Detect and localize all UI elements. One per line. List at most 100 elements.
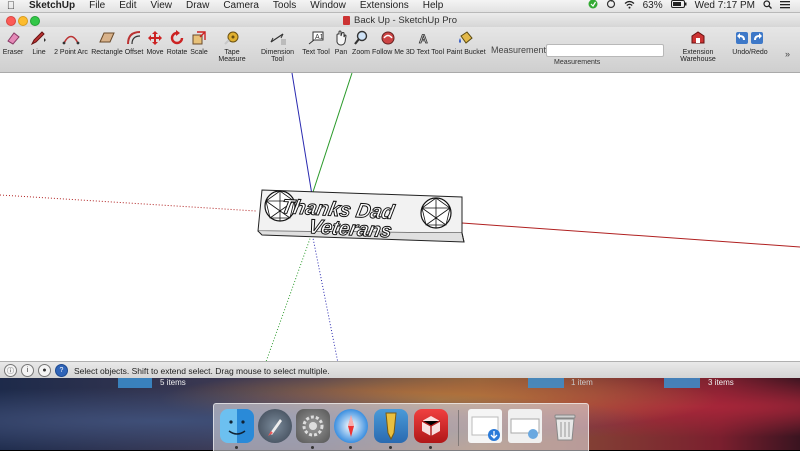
pan-icon [332, 29, 350, 47]
toolbar: Eraser Line 2 Point Arc Rectangle Offset… [0, 27, 800, 73]
undo-redo-group[interactable]: Undo/Redo [732, 29, 768, 56]
trash-icon[interactable] [548, 409, 582, 443]
tool-label: Follow Me [372, 49, 404, 56]
redo-icon [751, 32, 763, 44]
tool-label: Pan [334, 49, 348, 56]
running-indicator [429, 446, 432, 449]
tool-label: Rotate [166, 49, 188, 56]
tool-line[interactable]: Line [28, 29, 50, 56]
tool-label: Line [32, 49, 46, 56]
model-canvas[interactable]: Thanks Dad Veterans [0, 72, 800, 374]
tool-label: Extension Warehouse [680, 49, 716, 63]
messages-icon[interactable] [588, 0, 598, 13]
menu-edit[interactable]: Edit [112, 0, 143, 12]
tool-offset[interactable]: Offset [124, 29, 144, 56]
menu-extensions[interactable]: Extensions [353, 0, 416, 12]
battery-icon[interactable] [670, 0, 687, 12]
tool-rotate[interactable]: Rotate [166, 29, 188, 56]
tool-label: Rectangle [91, 49, 123, 56]
tool-paint-bucket[interactable]: Paint Bucket [446, 29, 486, 56]
geodesic-sphere-right [420, 197, 452, 229]
tool-dimension[interactable]: Dimension Tool [255, 29, 300, 63]
tool-move[interactable]: Move [146, 29, 164, 56]
running-indicator [389, 446, 392, 449]
finder-icon[interactable] [220, 409, 254, 443]
credits-icon[interactable]: i [21, 364, 34, 377]
extension-warehouse-button[interactable]: Extension Warehouse [666, 29, 730, 63]
menubar:  SketchUp File Edit View Draw Camera To… [0, 0, 800, 13]
sketchup-make-icon[interactable] [374, 409, 408, 443]
drawing-area[interactable]: Thanks Dad Veterans [0, 72, 800, 374]
tool-label: Zoom [352, 49, 370, 56]
spotlight-icon[interactable] [763, 0, 772, 13]
running-indicator [235, 446, 238, 449]
help-icon[interactable]: ? [55, 364, 68, 377]
tool-rectangle[interactable]: Rectangle [91, 29, 123, 56]
folder-count-label: 3 items [708, 378, 734, 387]
plaque-model: Thanks Dad Veterans [257, 189, 465, 243]
folder-icon[interactable] [118, 378, 152, 388]
clock[interactable]: Wed 7:17 PM [695, 0, 755, 12]
tool-3d-text[interactable]: A 3D Text Tool [405, 29, 445, 56]
menu-file[interactable]: File [82, 0, 112, 12]
tool-eraser[interactable]: Eraser [2, 29, 24, 56]
tool-label: Dimension Tool [260, 49, 295, 63]
safari-icon[interactable] [334, 409, 368, 443]
geolocation-icon[interactable]: ⓘ [4, 364, 17, 377]
svg-text:A: A [419, 32, 428, 46]
downloads-icon[interactable] [468, 409, 502, 443]
documents-icon[interactable] [508, 409, 542, 443]
scale-icon [190, 29, 208, 47]
rectangle-icon [98, 29, 116, 47]
system-preferences-icon[interactable] [296, 409, 330, 443]
offset-icon [125, 29, 143, 47]
zoom-button[interactable] [30, 16, 40, 26]
menu-draw[interactable]: Draw [179, 0, 216, 12]
tool-tape-measure[interactable]: Tape Measure [210, 29, 254, 63]
follow-me-icon [379, 29, 397, 47]
menu-camera[interactable]: Camera [216, 0, 266, 12]
apple-icon[interactable]:  [0, 0, 22, 12]
tool-label: Undo/Redo [732, 49, 768, 56]
window-title: Back Up - SketchUp Pro [354, 14, 457, 26]
tool-label: Eraser [2, 49, 24, 56]
zoom-icon [352, 29, 370, 47]
sketchup-pro-icon[interactable] [414, 409, 448, 443]
minimize-button[interactable] [18, 16, 28, 26]
blue-axis [291, 72, 313, 196]
dimension-icon [269, 29, 287, 47]
tool-2-point-arc[interactable]: 2 Point Arc [53, 29, 89, 56]
status-bar: ⓘ i ● ? Select objects. Shift to extend … [0, 361, 800, 378]
folder-icon[interactable] [528, 378, 564, 388]
menu-help[interactable]: Help [416, 0, 451, 12]
sync-icon[interactable] [606, 0, 616, 13]
launchpad-icon[interactable] [258, 409, 292, 443]
measurements-input[interactable] [546, 44, 664, 57]
pencil-icon [30, 29, 48, 47]
wifi-icon[interactable] [624, 0, 635, 13]
undo-redo-icons [735, 29, 765, 47]
menu-app-name[interactable]: SketchUp [22, 0, 82, 12]
measurements-label: Measurements [491, 45, 551, 55]
tool-pan[interactable]: Pan [332, 29, 350, 56]
tool-text[interactable]: A1 Text Tool [302, 29, 330, 56]
folder-count-label: 5 items [160, 378, 186, 387]
move-icon [146, 29, 164, 47]
menu-tools[interactable]: Tools [266, 0, 303, 12]
status-message: Select objects. Shift to extend select. … [74, 365, 330, 376]
red-axis [461, 222, 800, 248]
text-icon: A1 [307, 29, 325, 47]
folder-icon[interactable] [664, 378, 700, 388]
close-button[interactable] [6, 16, 16, 26]
title-bar[interactable]: Back Up - SketchUp Pro [0, 13, 800, 27]
menu-window[interactable]: Window [303, 0, 353, 12]
battery-percent[interactable]: 63% [643, 0, 663, 12]
user-icon[interactable]: ● [38, 364, 51, 377]
tool-label: Offset [124, 49, 144, 56]
tool-follow-me[interactable]: Follow Me [372, 29, 404, 56]
notification-center-icon[interactable] [780, 0, 790, 13]
tool-zoom[interactable]: Zoom [351, 29, 371, 56]
toolbar-overflow-button[interactable]: » [785, 49, 790, 59]
menu-view[interactable]: View [143, 0, 179, 12]
tool-scale[interactable]: Scale [189, 29, 209, 56]
